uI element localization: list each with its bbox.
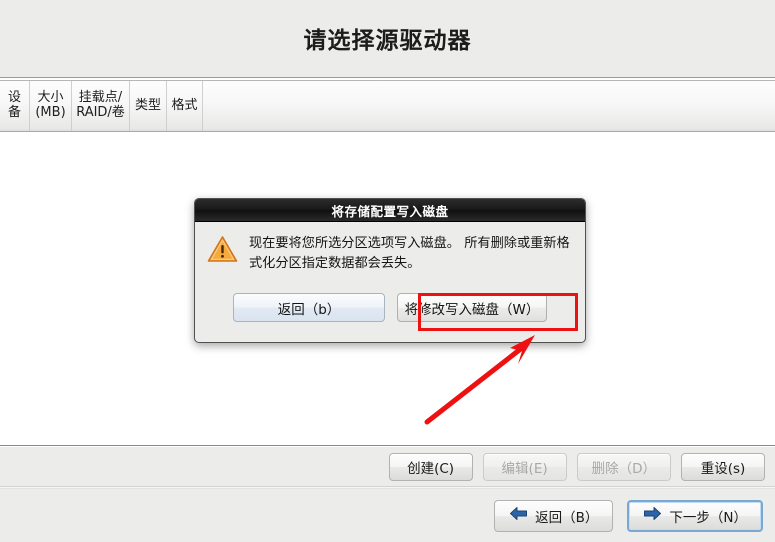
back-button-label: 返回（B） [535, 509, 599, 526]
column-header-size[interactable]: 大小 (MB) [30, 81, 72, 131]
column-header-type[interactable]: 类型 [130, 81, 167, 131]
dialog-titlebar: 将存储配置写入磁盘 [195, 199, 585, 222]
write-storage-config-dialog: 将存储配置写入磁盘 现在要将您所选分区选项写入磁盘。 所有删除或重新格式化分区指… [194, 198, 586, 343]
wizard-nav-bar: 返回（B） 下一步（N） [0, 489, 775, 542]
dialog-body: 现在要将您所选分区选项写入磁盘。 所有删除或重新格式化分区指定数据都会丢失。 [195, 222, 585, 275]
arrow-left-icon [509, 506, 528, 525]
next-button[interactable]: 下一步（N） [627, 499, 763, 532]
warning-triangle-icon [207, 235, 238, 267]
dialog-message: 现在要将您所选分区选项写入磁盘。 所有删除或重新格式化分区指定数据都会丢失。 [249, 236, 570, 272]
edit-button: 编辑(E) [482, 452, 567, 481]
back-button[interactable]: 返回（B） [494, 499, 614, 532]
dialog-title: 将存储配置写入磁盘 [331, 203, 449, 219]
delete-button: 删除（D） [576, 452, 671, 481]
arrow-right-icon [643, 506, 662, 525]
next-button-label: 下一步（N） [669, 509, 747, 526]
partition-action-toolbar: 创建(C) 编辑(E) 删除（D） 重设(s) [0, 447, 775, 487]
create-button[interactable]: 创建(C) [388, 452, 473, 481]
page-title: 请选择源驱动器 [303, 28, 472, 54]
partition-table-header: 设备 大小 (MB) 挂载点/ RAID/卷 类型 格式 [0, 80, 775, 132]
dialog-button-row: 返回（b） 将修改写入磁盘（W） [195, 293, 585, 322]
reset-button[interactable]: 重设(s) [681, 452, 765, 481]
column-header-format[interactable]: 格式 [167, 81, 203, 131]
page-header: 请选择源驱动器 [0, 0, 775, 78]
dialog-back-button[interactable]: 返回（b） [233, 293, 385, 322]
column-header-mountpoint[interactable]: 挂载点/ RAID/卷 [72, 81, 130, 131]
column-header-filler [203, 81, 775, 131]
column-header-device[interactable]: 设备 [0, 81, 30, 131]
dialog-write-to-disk-button[interactable]: 将修改写入磁盘（W） [397, 293, 547, 322]
